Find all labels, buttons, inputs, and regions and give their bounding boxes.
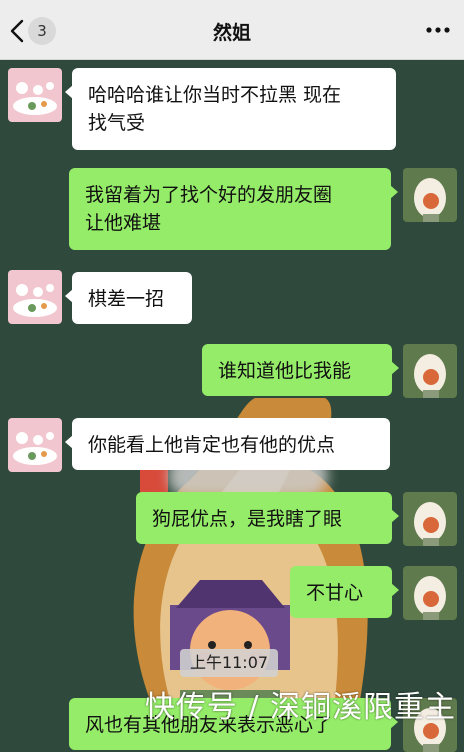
message-bubble-outgoing[interactable]: 我留着为了找个好的发朋友圈 让他难堪 bbox=[69, 168, 398, 250]
contact-avatar[interactable] bbox=[8, 68, 62, 122]
more-button[interactable] bbox=[426, 26, 450, 34]
contact-avatar[interactable] bbox=[8, 418, 62, 472]
message-text-line: 狗屁优点，是我瞎了眼 bbox=[152, 508, 343, 530]
message-text-line: 棋差一招 bbox=[88, 288, 165, 310]
message-timestamp: 上午11:07 bbox=[180, 649, 278, 677]
my-avatar[interactable] bbox=[403, 344, 457, 398]
message-bubble-outgoing[interactable]: 谁知道他比我能 bbox=[202, 344, 399, 396]
chat-title: 然姐 bbox=[212, 22, 251, 44]
my-avatar[interactable] bbox=[403, 168, 457, 222]
message-text-line: 不甘心 bbox=[306, 582, 364, 604]
message-text-line: 找气受 bbox=[88, 112, 146, 134]
message-text-line: 谁知道他比我能 bbox=[218, 360, 352, 382]
watermark-text: 快传号 / 深铜溪限重主 bbox=[144, 690, 456, 725]
chat-header: 3 然姐 bbox=[0, 0, 464, 60]
contact-avatar[interactable] bbox=[8, 270, 62, 324]
message-text-line: 让他难堪 bbox=[85, 212, 162, 234]
my-avatar[interactable] bbox=[403, 492, 457, 546]
message-bubble-outgoing[interactable]: 狗屁优点，是我瞎了眼 bbox=[136, 492, 399, 544]
message-bubble-incoming[interactable]: 棋差一招 bbox=[65, 272, 192, 324]
my-avatar[interactable] bbox=[403, 566, 457, 620]
message-bubble-incoming[interactable]: 你能看上他肯定也有他的优点 bbox=[65, 418, 390, 470]
message-bubble-incoming[interactable]: 哈哈哈谁让你当时不拉黑 现在 找气受 bbox=[65, 68, 396, 150]
message-bubble-outgoing[interactable]: 不甘心 bbox=[290, 566, 399, 618]
more-dots-icon bbox=[426, 26, 450, 34]
message-text-line: 哈哈哈谁让你当时不拉黑 现在 bbox=[88, 84, 342, 106]
message-text-line: 你能看上他肯定也有他的优点 bbox=[88, 434, 336, 456]
message-text-line: 我留着为了找个好的发朋友圈 bbox=[85, 184, 333, 206]
